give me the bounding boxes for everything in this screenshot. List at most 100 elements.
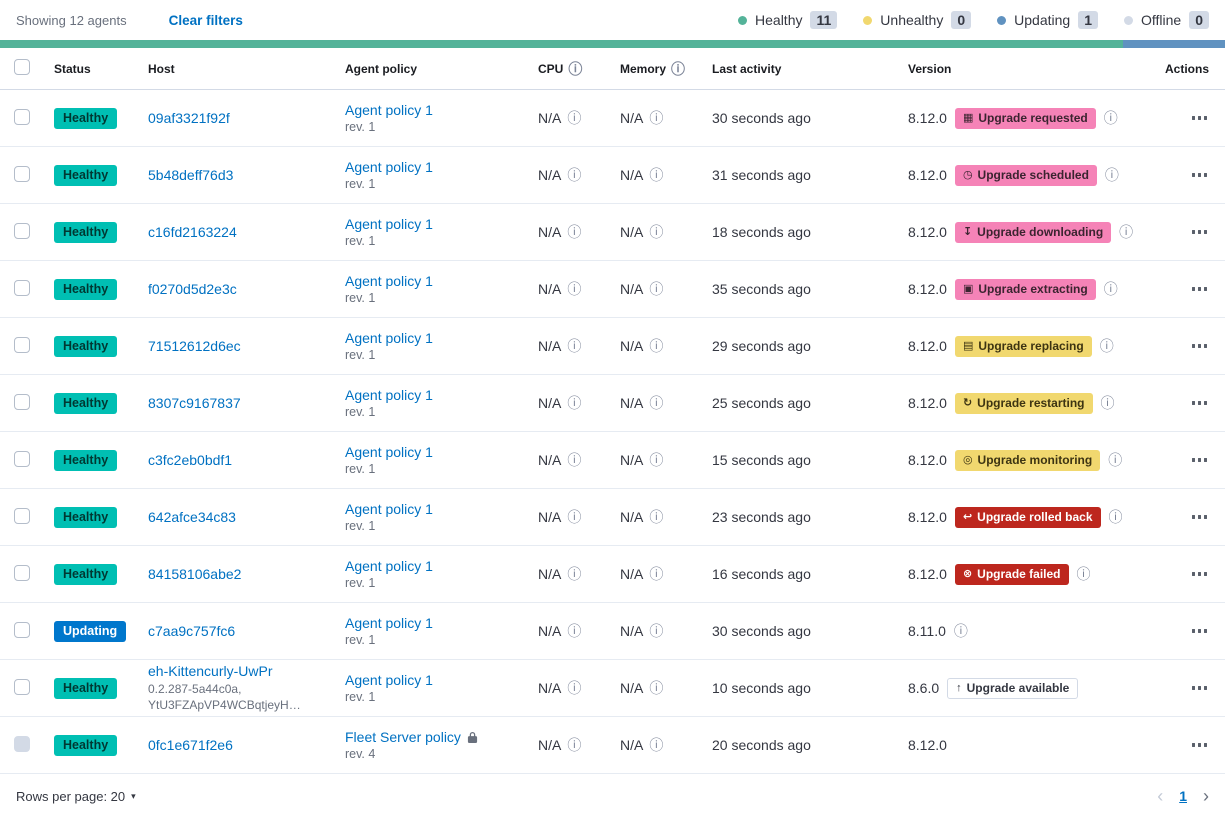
host-link[interactable]: c7aa9c757fc6 [148, 623, 335, 639]
cpu-value-info-icon[interactable]: ⓘ [567, 510, 581, 524]
memory-value-info-icon[interactable]: ⓘ [649, 738, 663, 752]
agent-policy-link[interactable]: Agent policy 1 [345, 615, 433, 631]
version-value: 8.12.0 [908, 509, 947, 525]
actions-menu-button[interactable] [1190, 737, 1210, 753]
last-activity: 31 seconds ago [712, 167, 811, 183]
agent-policy-link[interactable]: Agent policy 1 [345, 273, 433, 289]
row-checkbox[interactable] [14, 166, 30, 182]
legend-item-updating[interactable]: Updating1 [997, 11, 1098, 29]
memory-info-icon[interactable]: ⓘ [671, 62, 685, 76]
agent-policy-link[interactable]: Agent policy 1 [345, 102, 433, 118]
row-checkbox[interactable] [14, 337, 30, 353]
agent-policy-link[interactable]: Agent policy 1 [345, 330, 433, 346]
actions-menu-button[interactable] [1190, 110, 1210, 126]
host-link[interactable]: 84158106abe2 [148, 566, 335, 582]
actions-menu-button[interactable] [1190, 680, 1210, 696]
previous-page-button[interactable]: ‹ [1157, 786, 1163, 807]
memory-value-info-icon[interactable]: ⓘ [649, 282, 663, 296]
row-checkbox[interactable] [14, 109, 30, 125]
actions-menu-button[interactable] [1190, 566, 1210, 582]
agent-policy-link[interactable]: Agent policy 1 [345, 444, 433, 460]
cpu-value-info-icon[interactable]: ⓘ [567, 453, 581, 467]
cpu-value-info-icon[interactable]: ⓘ [567, 168, 581, 182]
row-checkbox[interactable] [14, 280, 30, 296]
cpu-value-info-icon[interactable]: ⓘ [567, 225, 581, 239]
legend-item-offline[interactable]: Offline0 [1124, 11, 1209, 29]
version-info-icon[interactable]: ⓘ [954, 624, 968, 638]
clear-filters-link[interactable]: Clear filters [169, 13, 243, 28]
cpu-value-info-icon[interactable]: ⓘ [567, 396, 581, 410]
host-link[interactable]: f0270d5d2e3c [148, 281, 335, 297]
legend-item-unhealthy[interactable]: Unhealthy0 [863, 11, 971, 29]
rows-per-page-button[interactable]: Rows per page: 20 ▾ [16, 789, 136, 804]
cpu-value-info-icon[interactable]: ⓘ [567, 681, 581, 695]
memory-value-info-icon[interactable]: ⓘ [649, 681, 663, 695]
host-link[interactable]: 0fc1e671f2e6 [148, 737, 335, 753]
version-info-icon[interactable]: ⓘ [1119, 225, 1133, 239]
download-icon: ↧ [963, 227, 972, 238]
version-info-icon[interactable]: ⓘ [1105, 168, 1119, 182]
memory-value-info-icon[interactable]: ⓘ [649, 567, 663, 581]
cpu-value-info-icon[interactable]: ⓘ [567, 111, 581, 125]
actions-menu-button[interactable] [1190, 281, 1210, 297]
agent-policy-link[interactable]: Agent policy 1 [345, 387, 433, 403]
memory-value-info-icon[interactable]: ⓘ [649, 453, 663, 467]
host-link[interactable]: 5b48deff76d3 [148, 167, 335, 183]
row-checkbox[interactable] [14, 679, 30, 695]
actions-menu-button[interactable] [1190, 224, 1210, 240]
legend-item-healthy[interactable]: Healthy11 [738, 11, 837, 29]
cpu-value-info-icon[interactable]: ⓘ [567, 738, 581, 752]
last-activity: 18 seconds ago [712, 224, 811, 240]
cpu-info-icon[interactable]: ⓘ [568, 62, 582, 76]
host-link[interactable]: 71512612d6ec [148, 338, 335, 354]
row-checkbox[interactable] [14, 223, 30, 239]
cpu-value-info-icon[interactable]: ⓘ [567, 339, 581, 353]
memory-value-info-icon[interactable]: ⓘ [649, 111, 663, 125]
actions-menu-button[interactable] [1190, 167, 1210, 183]
actions-menu-button[interactable] [1190, 623, 1210, 639]
agent-policy-link[interactable]: Agent policy 1 [345, 558, 433, 574]
select-all-checkbox[interactable] [14, 59, 30, 75]
memory-value-info-icon[interactable]: ⓘ [649, 339, 663, 353]
version-info-icon[interactable]: ⓘ [1109, 510, 1123, 524]
row-checkbox[interactable] [14, 565, 30, 581]
version-info-icon[interactable]: ⓘ [1104, 111, 1118, 125]
cpu-value-info-icon[interactable]: ⓘ [567, 282, 581, 296]
agent-policy-link[interactable]: Agent policy 1 [345, 672, 433, 688]
agent-policy-link[interactable]: Agent policy 1 [345, 159, 433, 175]
actions-menu-button[interactable] [1190, 395, 1210, 411]
memory-value-info-icon[interactable]: ⓘ [649, 510, 663, 524]
cpu-value-info-icon[interactable]: ⓘ [567, 567, 581, 581]
column-header-host: Host [148, 62, 345, 76]
memory-value-info-icon[interactable]: ⓘ [649, 168, 663, 182]
actions-menu-button[interactable] [1190, 452, 1210, 468]
page-number-1[interactable]: 1 [1179, 788, 1187, 804]
agent-policy-link[interactable]: Agent policy 1 [345, 216, 433, 232]
actions-menu-button[interactable] [1190, 509, 1210, 525]
actions-menu-button[interactable] [1190, 338, 1210, 354]
host-link[interactable]: 09af3321f92f [148, 110, 335, 126]
cpu-value: N/A [538, 509, 561, 525]
row-checkbox[interactable] [14, 508, 30, 524]
host-link[interactable]: eh-Kittencurly-UwPr [148, 663, 335, 679]
host-link[interactable]: 642afce34c83 [148, 509, 335, 525]
version-info-icon[interactable]: ⓘ [1104, 282, 1118, 296]
cpu-value-info-icon[interactable]: ⓘ [567, 624, 581, 638]
next-page-button[interactable]: › [1203, 786, 1209, 807]
row-checkbox[interactable] [14, 622, 30, 638]
host-link[interactable]: c16fd2163224 [148, 224, 335, 240]
agent-policy-link[interactable]: Fleet Server policy [345, 729, 461, 745]
version-info-icon[interactable]: ⓘ [1100, 339, 1114, 353]
row-checkbox[interactable] [14, 451, 30, 467]
host-link[interactable]: 8307c9167837 [148, 395, 335, 411]
version-info-icon[interactable]: ⓘ [1108, 453, 1122, 467]
agent-policy-link[interactable]: Agent policy 1 [345, 501, 433, 517]
memory-value-info-icon[interactable]: ⓘ [649, 624, 663, 638]
version-info-icon[interactable]: ⓘ [1101, 396, 1115, 410]
host-link[interactable]: c3fc2eb0bdf1 [148, 452, 335, 468]
memory-value-info-icon[interactable]: ⓘ [649, 225, 663, 239]
row-checkbox[interactable] [14, 394, 30, 410]
row-checkbox[interactable] [14, 736, 30, 752]
memory-value-info-icon[interactable]: ⓘ [649, 396, 663, 410]
version-info-icon[interactable]: ⓘ [1077, 567, 1091, 581]
